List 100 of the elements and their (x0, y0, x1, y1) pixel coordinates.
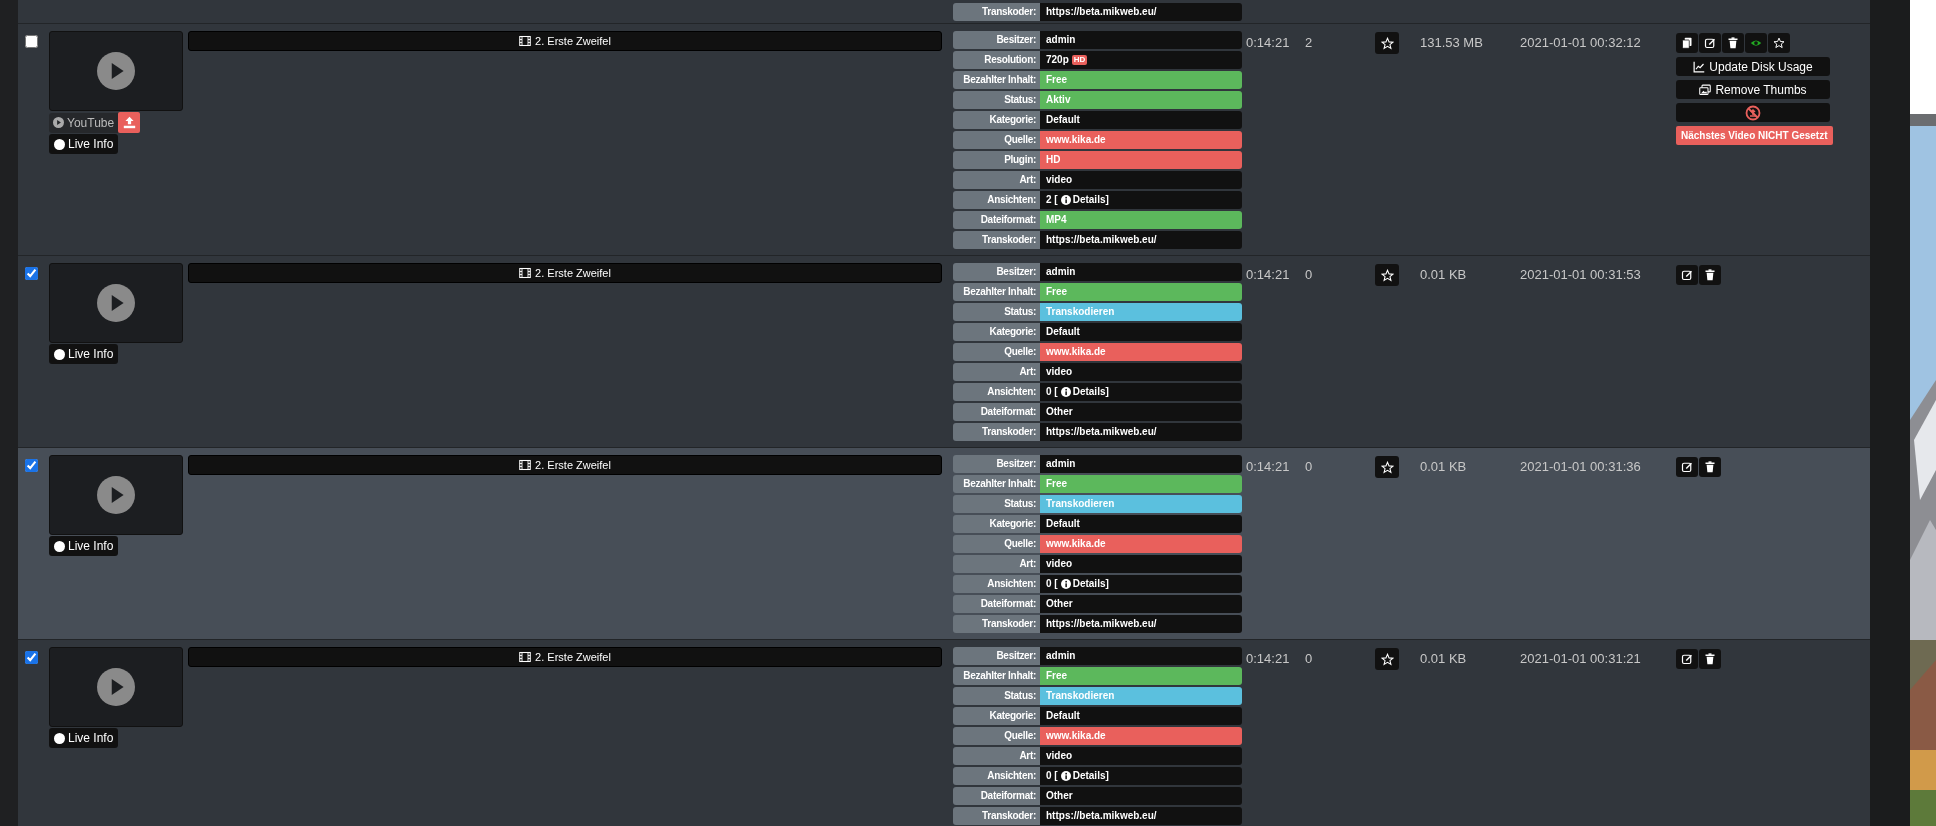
field-label: Dateiformat: (953, 211, 1040, 229)
field-label: Dateiformat: (953, 595, 1040, 613)
row-checkbox[interactable] (25, 459, 38, 472)
duration-text: 0:14:21 (1246, 458, 1291, 476)
favorite-button[interactable] (1375, 648, 1399, 670)
field-value: www.kika.de (1040, 727, 1242, 745)
details-link[interactable]: Details] (1060, 191, 1109, 209)
field-label: Plugin: (953, 151, 1040, 169)
duration-text: 0:14:21 (1246, 34, 1291, 52)
trash-button[interactable] (1699, 649, 1721, 669)
details-link[interactable]: Details] (1060, 575, 1109, 593)
info-icon (1060, 771, 1071, 781)
star-icon (1380, 460, 1394, 474)
field-label: Dateiformat: (953, 403, 1040, 421)
video-thumbnail[interactable] (49, 455, 183, 535)
field-value: Other (1040, 403, 1242, 421)
row-checkbox[interactable] (25, 35, 38, 48)
field-label: Transkoder: (953, 3, 1040, 21)
field-value: Free (1040, 475, 1242, 493)
trash-button[interactable] (1722, 33, 1744, 53)
live-info-button[interactable]: Live Info (49, 536, 119, 556)
field-value: video (1040, 171, 1242, 189)
date-text: 2021-01-01 00:31:21 (1520, 650, 1642, 668)
edit-icon (1681, 653, 1693, 665)
details-link[interactable]: Details] (1060, 383, 1109, 401)
eye-button[interactable] (1745, 33, 1767, 53)
youtube-link[interactable]: YouTube (49, 112, 119, 133)
trash-icon (1704, 653, 1716, 665)
field-value: Transkodieren (1040, 495, 1242, 513)
status-dot (54, 138, 65, 150)
field-value: admin (1040, 455, 1242, 473)
video-title-bar[interactable]: 2. Erste Zweifel (188, 263, 942, 283)
field-label: Transkoder: (953, 807, 1040, 825)
video-thumbnail[interactable] (49, 263, 183, 343)
favorite-button[interactable] (1375, 32, 1399, 54)
live-info-button[interactable]: Live Info (49, 728, 119, 748)
edit-button[interactable] (1676, 265, 1698, 285)
field-label: Kategorie: (953, 111, 1040, 129)
field-label: Ansichten: (953, 575, 1040, 593)
edit-button[interactable] (1676, 649, 1698, 669)
field-value: www.kika.de (1040, 343, 1242, 361)
upload-button[interactable] (118, 112, 141, 133)
star-icon (1380, 36, 1394, 50)
field-label: Ansichten: (953, 383, 1040, 401)
video-thumbnail[interactable] (49, 31, 183, 111)
field-value: Default (1040, 323, 1242, 341)
field-label: Bezahlter Inhalt: (953, 475, 1040, 493)
trash-icon (1727, 37, 1739, 49)
action-button[interactable]: Update Disk Usage (1676, 57, 1830, 76)
edit-button[interactable] (1676, 457, 1698, 477)
edit-button[interactable] (1699, 33, 1721, 53)
action-button[interactable]: Remove Thumbs (1676, 80, 1830, 99)
star-button[interactable] (1768, 33, 1790, 53)
file-size: 0.01 KB (1420, 650, 1468, 668)
trash-button[interactable] (1699, 457, 1721, 477)
field-label: Ansichten: (953, 191, 1040, 209)
favorite-button[interactable] (1375, 456, 1399, 478)
field-label: Kategorie: (953, 515, 1040, 533)
field-label: Art: (953, 171, 1040, 189)
field-label: Bezahlter Inhalt: (953, 283, 1040, 301)
field-label: Art: (953, 363, 1040, 381)
duration-text: 0:14:21 (1246, 650, 1291, 668)
field-value: https://beta.mikweb.eu/ (1040, 615, 1242, 633)
field-label: Quelle: (953, 535, 1040, 553)
star-icon (1773, 37, 1785, 49)
field-value: admin (1040, 31, 1242, 49)
favorite-button[interactable] (1375, 264, 1399, 286)
field-label: Kategorie: (953, 323, 1040, 341)
status-dot (54, 732, 65, 744)
field-label: Status: (953, 91, 1040, 109)
copy-button[interactable] (1676, 33, 1698, 53)
field-label: Art: (953, 555, 1040, 573)
video-title-bar[interactable]: 2. Erste Zweifel (188, 647, 942, 667)
field-value: www.kika.de (1040, 131, 1242, 149)
no-upload-button[interactable] (1676, 103, 1830, 122)
date-text: 2021-01-01 00:32:12 (1520, 34, 1642, 52)
film-icon (519, 267, 532, 279)
field-value: video (1040, 363, 1242, 381)
row-checkbox[interactable] (25, 651, 38, 664)
row-checkbox[interactable] (25, 267, 38, 280)
play-icon (97, 476, 135, 514)
field-value: https://beta.mikweb.eu/ (1040, 231, 1242, 249)
trash-button[interactable] (1699, 265, 1721, 285)
live-info-button[interactable]: Live Info (49, 134, 119, 154)
view-count: 2 (1305, 34, 1314, 52)
field-label: Transkoder: (953, 231, 1040, 249)
field-label: Besitzer: (953, 31, 1040, 49)
field-label: Ansichten: (953, 767, 1040, 785)
field-value: Transkodieren (1040, 303, 1242, 321)
info-icon (1060, 579, 1071, 589)
duration-text: 0:14:21 (1246, 266, 1291, 284)
live-info-button[interactable]: Live Info (49, 344, 119, 364)
field-value: Default (1040, 515, 1242, 533)
video-thumbnail[interactable] (49, 647, 183, 727)
details-link[interactable]: Details] (1060, 767, 1109, 785)
images-icon (1699, 83, 1712, 96)
film-icon (519, 35, 532, 47)
field-label: Transkoder: (953, 423, 1040, 441)
video-title-bar[interactable]: 2. Erste Zweifel (188, 455, 942, 475)
video-title-bar[interactable]: 2. Erste Zweifel (188, 31, 942, 51)
